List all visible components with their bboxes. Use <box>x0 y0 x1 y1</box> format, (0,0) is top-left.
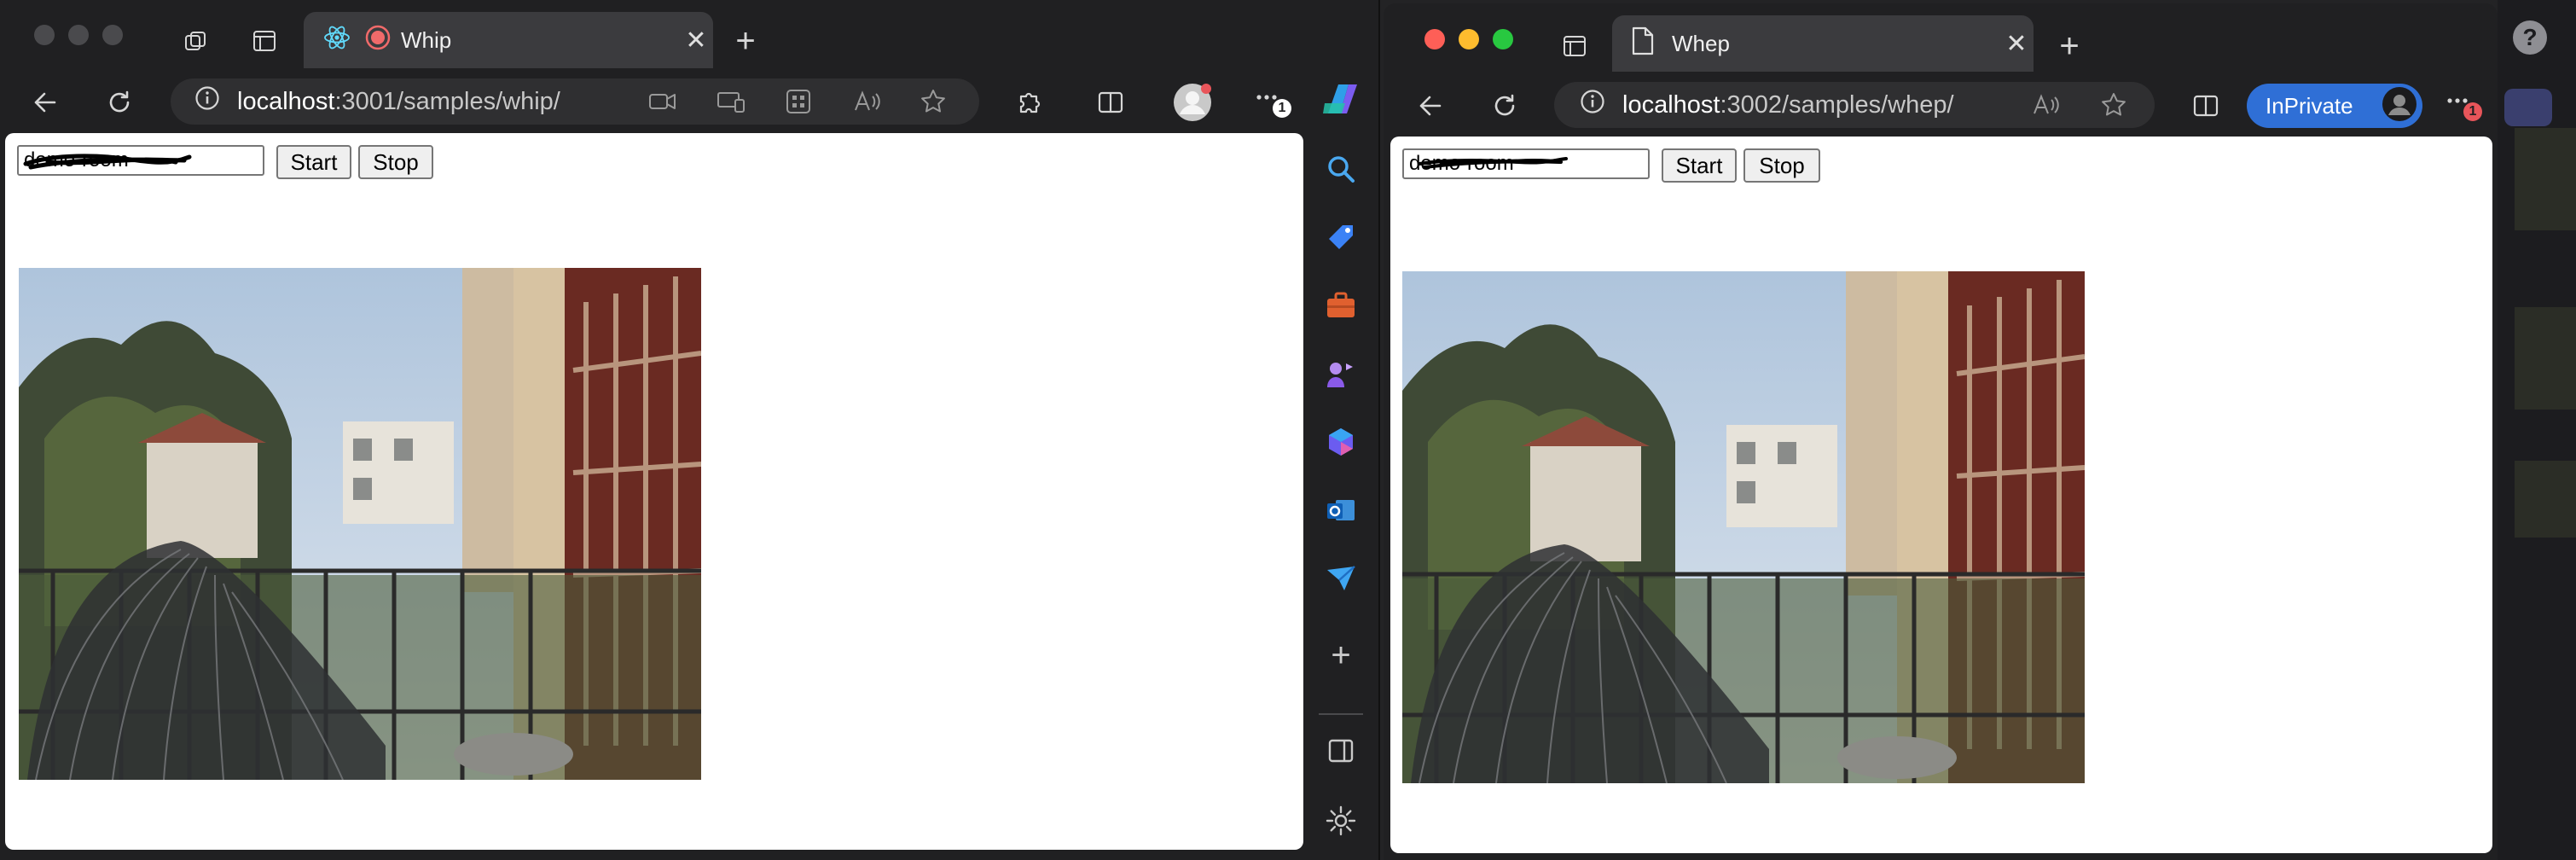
apps-icon[interactable] <box>785 88 812 122</box>
remote-video-playback <box>1402 271 2085 783</box>
tab-actions-icon[interactable] <box>244 20 285 61</box>
notification-badge: 1 <box>2463 102 2482 121</box>
site-info-icon[interactable] <box>1580 89 1605 121</box>
url-host: localhost <box>237 87 335 115</box>
back-icon[interactable] <box>1409 85 1450 126</box>
stop-button[interactable]: Stop <box>358 145 433 179</box>
new-tab-icon[interactable]: + <box>2049 26 2090 67</box>
games-icon[interactable] <box>1307 348 1375 399</box>
tab-close-icon[interactable]: ✕ <box>679 26 713 55</box>
window-zoom-button[interactable] <box>102 25 123 45</box>
profile-avatar[interactable] <box>1170 80 1215 125</box>
favorite-star-icon[interactable] <box>2100 91 2127 125</box>
inprivate-label: InPrivate <box>2266 92 2353 119</box>
refresh-icon[interactable] <box>99 82 140 123</box>
react-icon <box>322 23 351 58</box>
window-minimize-button[interactable] <box>1459 29 1479 49</box>
extensions-icon[interactable] <box>1008 82 1049 123</box>
sidebar-settings-icon[interactable] <box>1307 795 1375 846</box>
panel-block <box>2515 307 2576 410</box>
page-content-whep: Start Stop <box>1390 137 2492 853</box>
panel-block <box>2515 128 2576 230</box>
workspaces-icon[interactable] <box>176 20 217 61</box>
tab-whip[interactable]: Whip ✕ <box>304 12 713 68</box>
window-zoom-button[interactable] <box>1493 29 1513 49</box>
favorite-star-icon[interactable] <box>920 88 947 122</box>
add-sidebar-app-icon[interactable]: + <box>1307 630 1375 681</box>
background-app-edge: ? <box>2498 0 2576 860</box>
tools-icon[interactable] <box>1307 280 1375 331</box>
recording-icon <box>365 25 391 56</box>
local-video-preview <box>19 268 701 780</box>
back-icon[interactable] <box>24 82 65 123</box>
tab-whep[interactable]: Whep ✕ <box>1612 15 2034 72</box>
new-tab-icon[interactable]: + <box>725 20 766 61</box>
room-name-input[interactable] <box>1402 148 1650 179</box>
hide-sidebar-icon[interactable] <box>1307 725 1375 776</box>
microsoft-365-icon[interactable] <box>1307 416 1375 468</box>
screen-share-icon[interactable] <box>717 88 746 122</box>
page-content-whip: Start Stop <box>5 133 1303 850</box>
address-bar[interactable]: localhost:3001/samples/whip/ <box>171 78 979 125</box>
copilot-icon[interactable] <box>1307 73 1375 125</box>
notification-badge: 1 <box>1273 99 1291 118</box>
help-button[interactable]: ? <box>2513 20 2547 55</box>
page-icon <box>1631 26 1655 61</box>
search-icon[interactable] <box>1307 143 1375 195</box>
split-screen-icon[interactable] <box>2185 85 2226 126</box>
edge-sidebar: + <box>1307 68 1375 860</box>
shopping-icon[interactable] <box>1307 212 1375 263</box>
address-bar[interactable]: localhost:3002/samples/whep/ <box>1554 82 2155 128</box>
toolbar: localhost:3002/samples/whep/ InPrivate 1 <box>1384 72 2498 137</box>
tab-bar: Whip ✕ + <box>0 0 1378 68</box>
toolbar: localhost:3001/samples/whip/ 1 <box>0 68 1378 133</box>
room-name-input[interactable] <box>17 145 264 176</box>
start-button[interactable]: Start <box>276 145 351 179</box>
more-options-icon[interactable]: 1 <box>1250 82 1302 123</box>
refresh-icon[interactable] <box>1484 85 1525 126</box>
url-host: localhost <box>1622 90 1720 119</box>
read-aloud-icon[interactable] <box>853 88 882 122</box>
site-info-icon[interactable] <box>194 85 220 118</box>
stop-button[interactable]: Stop <box>1743 148 1820 183</box>
tab-title: Whip <box>401 26 452 53</box>
sidebar-divider <box>1319 713 1363 715</box>
panel-block <box>2515 461 2576 538</box>
more-options-icon[interactable]: 1 <box>2441 85 2492 126</box>
window-close-button[interactable] <box>34 25 55 45</box>
window-minimize-button[interactable] <box>68 25 89 45</box>
drop-icon[interactable] <box>1307 553 1375 604</box>
chat-icon[interactable] <box>2504 89 2552 126</box>
tab-bar: Whep ✕ + <box>1384 3 2498 72</box>
tab-actions-icon[interactable] <box>1554 26 1595 67</box>
tab-close-icon[interactable]: ✕ <box>1999 29 2034 59</box>
inprivate-badge[interactable]: InPrivate <box>2247 84 2422 128</box>
tab-title: Whep <box>1672 30 1730 56</box>
outlook-icon[interactable] <box>1307 485 1375 536</box>
split-screen-icon[interactable] <box>1090 82 1131 123</box>
inprivate-avatar <box>2382 86 2417 126</box>
read-aloud-icon[interactable] <box>2032 91 2061 125</box>
start-button[interactable]: Start <box>1662 148 1737 183</box>
url-path: :3001/samples/whip/ <box>334 87 560 115</box>
camera-icon[interactable] <box>648 88 677 122</box>
browser-window-whip: Whip ✕ + localhost:3001/samples/whip/ 1… <box>0 0 1380 860</box>
window-close-button[interactable] <box>1424 29 1445 49</box>
browser-window-whep: Whep ✕ + localhost:3002/samples/whep/ I… <box>1384 3 2498 860</box>
url-path: :3002/samples/whep/ <box>1720 90 1954 119</box>
